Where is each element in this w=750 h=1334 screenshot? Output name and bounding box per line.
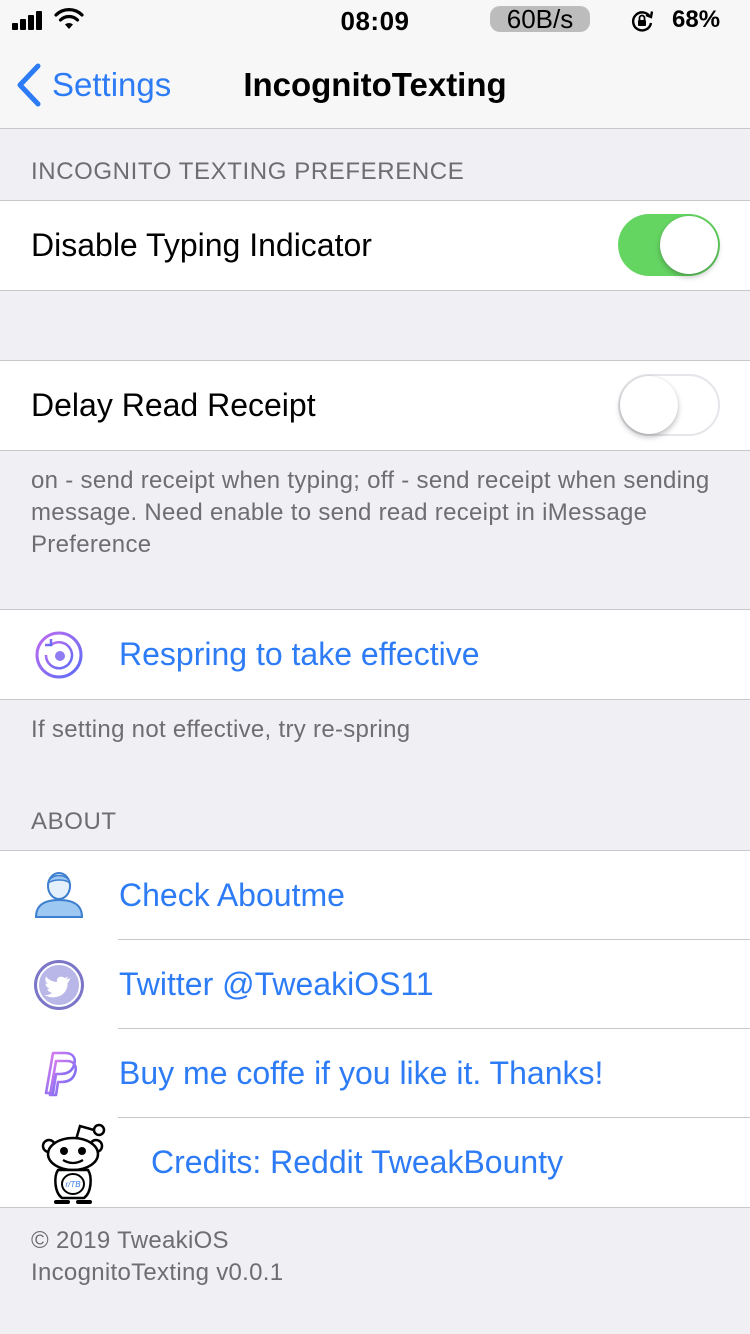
respring-icon xyxy=(35,631,83,679)
navigation-bar: Settings IncognitoTexting xyxy=(0,40,750,129)
group-about: Check Aboutme Twitter @TweakiOS11 Buy me… xyxy=(0,850,750,1208)
reddit-alien-icon: r/TB xyxy=(41,1123,106,1204)
twitter-bird-icon xyxy=(34,960,84,1010)
about-item-label: Check Aboutme xyxy=(119,877,345,913)
delay-read-receipt-toggle[interactable] xyxy=(618,374,720,436)
version-text: IncognitoTexting v0.0.1 xyxy=(31,1259,284,1286)
person-icon xyxy=(34,871,84,918)
status-bar: 08:09 60B/s 68% xyxy=(0,0,750,40)
delay-read-receipt-label: Delay Read Receipt xyxy=(31,387,316,423)
svg-text:r/TB: r/TB xyxy=(65,1180,81,1189)
network-speed-badge: 60B/s xyxy=(490,6,590,32)
disable-typing-indicator-label: Disable Typing Indicator xyxy=(31,227,372,263)
about-item-label: Credits: Reddit TweakBounty xyxy=(151,1144,564,1180)
paypal-icon xyxy=(44,1051,78,1097)
respring-footer: If setting not effective, try re-spring xyxy=(31,716,411,743)
toggle-knob xyxy=(660,216,718,274)
group-respring: Respring to take effective xyxy=(0,609,750,700)
group-read-receipt: Delay Read Receipt xyxy=(0,360,750,451)
copyright-text: © 2019 TweakiOS xyxy=(31,1227,229,1254)
orientation-lock-icon xyxy=(631,11,654,32)
section-header-about: ABOUT xyxy=(31,808,117,835)
toggle-knob xyxy=(620,376,678,434)
delay-read-receipt-footer: on - send receipt when typing; off - sen… xyxy=(31,467,710,558)
cell-disable-typing-indicator: Disable Typing Indicator xyxy=(0,201,750,290)
page-title: IncognitoTexting xyxy=(243,66,507,103)
respring-label: Respring to take effective xyxy=(119,636,480,672)
settings-page: 08:09 60B/s 68% Settings IncognitoTextin… xyxy=(0,0,750,1334)
battery-percentage: 68% xyxy=(672,6,721,33)
respring-button[interactable]: Respring to take effective xyxy=(0,610,750,699)
about-item-label: Buy me coffe if you like it. Thanks! xyxy=(119,1055,604,1091)
about-item-twitter[interactable]: Twitter @TweakiOS11 xyxy=(0,940,750,1029)
section-header-preference: INCOGNITO TEXTING PREFERENCE xyxy=(31,158,465,185)
about-item-label: Twitter @TweakiOS11 xyxy=(119,966,434,1002)
about-item-paypal[interactable]: Buy me coffe if you like it. Thanks! xyxy=(0,1029,750,1118)
about-item-credits[interactable]: r/TB Credits: Reddit TweakBounty xyxy=(0,1118,750,1207)
about-item-aboutme[interactable]: Check Aboutme xyxy=(0,851,750,940)
disable-typing-indicator-toggle[interactable] xyxy=(618,214,720,276)
group-typing-indicator: Disable Typing Indicator xyxy=(0,200,750,291)
cell-delay-read-receipt: Delay Read Receipt xyxy=(0,361,750,450)
copyright-footer: © 2019 TweakiOS IncognitoTexting v0.0.1 xyxy=(31,1225,721,1289)
